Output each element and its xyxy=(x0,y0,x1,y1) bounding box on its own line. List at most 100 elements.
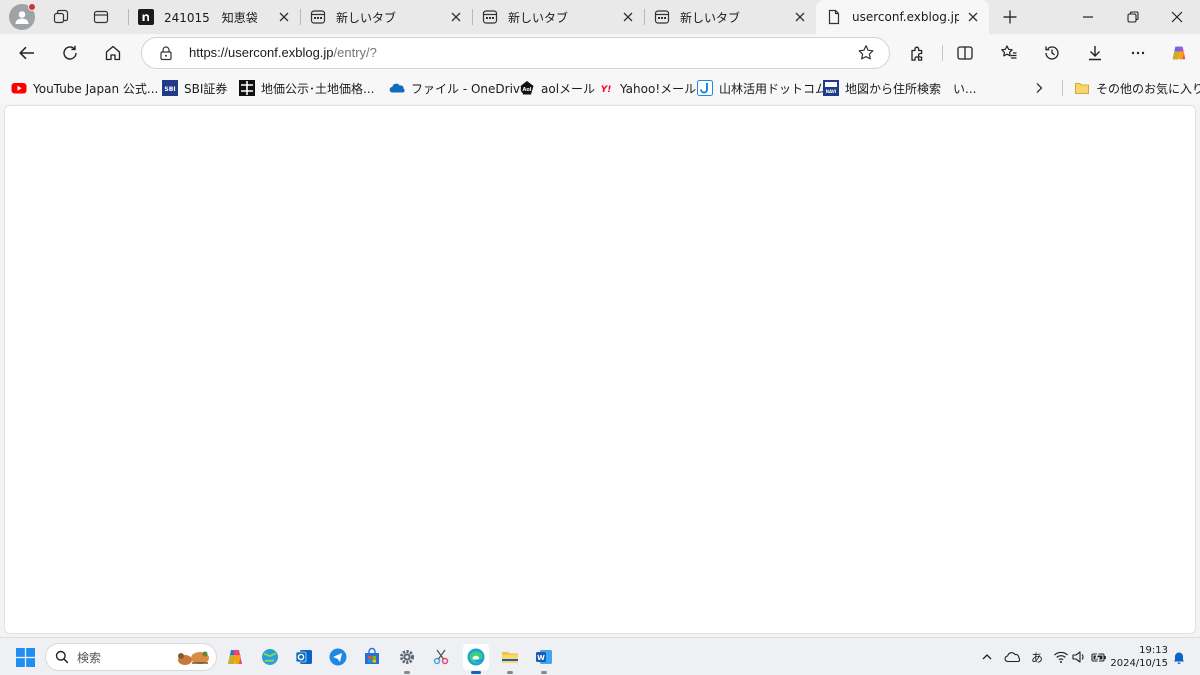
minimize-button[interactable] xyxy=(1065,0,1111,34)
favorite-youtube[interactable]: YouTube Japan 公式... xyxy=(11,79,158,97)
taskbar-maps-app[interactable] xyxy=(257,644,283,670)
back-button[interactable] xyxy=(13,40,41,66)
taskbar-file-explorer[interactable] xyxy=(497,644,523,674)
downloads-button[interactable] xyxy=(1081,40,1109,66)
tab-actions-button[interactable] xyxy=(89,6,113,28)
tray-chevron-up-icon[interactable] xyxy=(979,649,995,665)
profile-avatar[interactable] xyxy=(9,3,36,30)
taskbar-search[interactable]: 検索 xyxy=(45,643,217,671)
favorites-overflow-button[interactable] xyxy=(1030,79,1048,97)
sbi-icon: SBI xyxy=(162,80,178,96)
paper-plane-app-icon xyxy=(329,648,347,666)
workspaces-button[interactable] xyxy=(49,6,73,28)
home-icon xyxy=(105,45,121,61)
clock-date: 2024/10/15 xyxy=(1110,658,1168,669)
tab-title: 新しいタブ xyxy=(336,10,397,25)
windows-start-icon[interactable] xyxy=(16,648,35,667)
favorite-label: 山林活用ドットコム xyxy=(719,81,828,96)
store-icon xyxy=(365,647,379,664)
history-icon xyxy=(1045,46,1059,60)
workspaces-icon xyxy=(53,9,69,24)
taskbar-word[interactable]: W xyxy=(531,644,557,674)
address-bar[interactable]: https://userconf.exblog.jp/entry/? xyxy=(141,37,890,69)
other-favorites-folder[interactable]: その他のお気に入り xyxy=(1074,79,1200,97)
onedrive-tray-icon[interactable] xyxy=(1004,649,1020,665)
toolbar-divider xyxy=(942,45,943,61)
folder-icon xyxy=(1074,80,1090,96)
notification-bell-icon[interactable] xyxy=(1171,649,1187,665)
copilot-button[interactable] xyxy=(1165,40,1193,66)
snipping-tool-icon xyxy=(433,649,449,665)
onedrive-icon xyxy=(389,80,405,96)
favorite-land-price[interactable]: 地価公示･土地価格... xyxy=(239,79,374,97)
close-tab-icon[interactable] xyxy=(276,9,292,25)
favorites-button[interactable] xyxy=(995,40,1023,66)
favorites-bar: YouTube Japan 公式... SBI SBI証券 地価公示･土地価格.… xyxy=(0,72,1200,104)
taskbar-telegram-app[interactable] xyxy=(325,644,351,670)
page-content[interactable] xyxy=(4,105,1196,634)
tab-new-2[interactable]: 新しいタブ xyxy=(472,0,644,34)
url-host: https://userconf.exblog.jp xyxy=(189,45,334,60)
edge-browser-icon xyxy=(467,648,485,666)
download-icon xyxy=(1089,46,1101,61)
newtab-icon xyxy=(654,9,670,25)
close-tab-icon[interactable] xyxy=(620,9,636,25)
plus-icon xyxy=(1003,10,1017,24)
more-dots-icon xyxy=(1131,51,1145,55)
minimize-icon xyxy=(1083,16,1093,18)
tab-new-3[interactable]: 新しいタブ xyxy=(644,0,816,34)
chevron-right-icon xyxy=(1036,83,1043,93)
volume-icon[interactable] xyxy=(1071,649,1087,665)
tab-separator xyxy=(644,9,645,25)
taskbar-outlook[interactable] xyxy=(291,644,317,670)
tab-chiebukuro[interactable]: 241015 知恵袋 1（ xyxy=(128,0,300,34)
close-tab-icon[interactable] xyxy=(965,9,981,25)
lock-icon[interactable] xyxy=(158,45,174,61)
home-button[interactable] xyxy=(99,40,127,66)
close-window-button[interactable] xyxy=(1154,0,1200,34)
navigation-toolbar: https://userconf.exblog.jp/entry/? xyxy=(0,34,1200,72)
url-text[interactable]: https://userconf.exblog.jp/entry/? xyxy=(189,45,377,60)
taskbar-store[interactable] xyxy=(359,644,385,670)
tab-new-1[interactable]: 新しいタブ xyxy=(300,0,472,34)
running-indicator xyxy=(404,671,410,674)
forest-icon xyxy=(697,80,713,96)
history-button[interactable] xyxy=(1038,40,1066,66)
globe-app-icon xyxy=(262,649,278,665)
svg-text:SBI: SBI xyxy=(164,86,175,93)
favorite-sbi[interactable]: SBI SBI証券 xyxy=(162,79,227,97)
split-screen-icon xyxy=(957,46,973,60)
favorite-forest[interactable]: 山林活用ドットコム xyxy=(697,79,827,97)
wifi-icon[interactable] xyxy=(1053,649,1069,665)
tab-userconf[interactable]: userconf.exblog.jp/en xyxy=(816,0,989,34)
refresh-button[interactable] xyxy=(56,40,84,66)
close-tab-icon[interactable] xyxy=(448,9,464,25)
close-tab-icon[interactable] xyxy=(792,9,808,25)
tab-separator xyxy=(472,9,473,25)
running-indicator xyxy=(541,671,547,674)
battery-icon[interactable] xyxy=(1091,649,1107,665)
favorite-star-icon[interactable] xyxy=(857,44,875,62)
extensions-button[interactable] xyxy=(904,40,932,66)
taskbar-copilot[interactable] xyxy=(222,644,248,670)
favorite-aol[interactable]: Aol aolメール xyxy=(519,79,595,97)
favorite-onedrive[interactable]: ファイル - OneDrive xyxy=(389,79,527,97)
clock-time: 19:13 xyxy=(1139,645,1168,656)
split-screen-button[interactable] xyxy=(951,40,979,66)
settings-more-button[interactable] xyxy=(1124,40,1152,66)
favorite-label: aolメール xyxy=(541,81,596,96)
taskbar-settings[interactable] xyxy=(394,644,420,674)
favorite-label: 地図から住所検索 い... xyxy=(845,81,977,96)
taskbar: 検索 W あ 19:13 2024/10/15 xyxy=(0,637,1200,675)
system-clock[interactable]: 19:13 2024/10/15 xyxy=(1108,644,1168,670)
ime-indicator[interactable]: あ xyxy=(1029,649,1045,665)
restore-button[interactable] xyxy=(1110,0,1156,34)
copilot-icon xyxy=(1172,46,1186,60)
new-tab-button[interactable] xyxy=(998,6,1022,28)
favorite-label: その他のお気に入り xyxy=(1096,81,1200,96)
taskbar-edge[interactable] xyxy=(463,644,489,674)
running-indicator xyxy=(471,671,481,674)
taskbar-snipping-tool[interactable] xyxy=(428,644,454,670)
favorite-yahoo[interactable]: Y! Yahoo!メール xyxy=(598,79,696,97)
favorite-map-navi[interactable]: NAVI 地図から住所検索 い... xyxy=(823,79,976,97)
